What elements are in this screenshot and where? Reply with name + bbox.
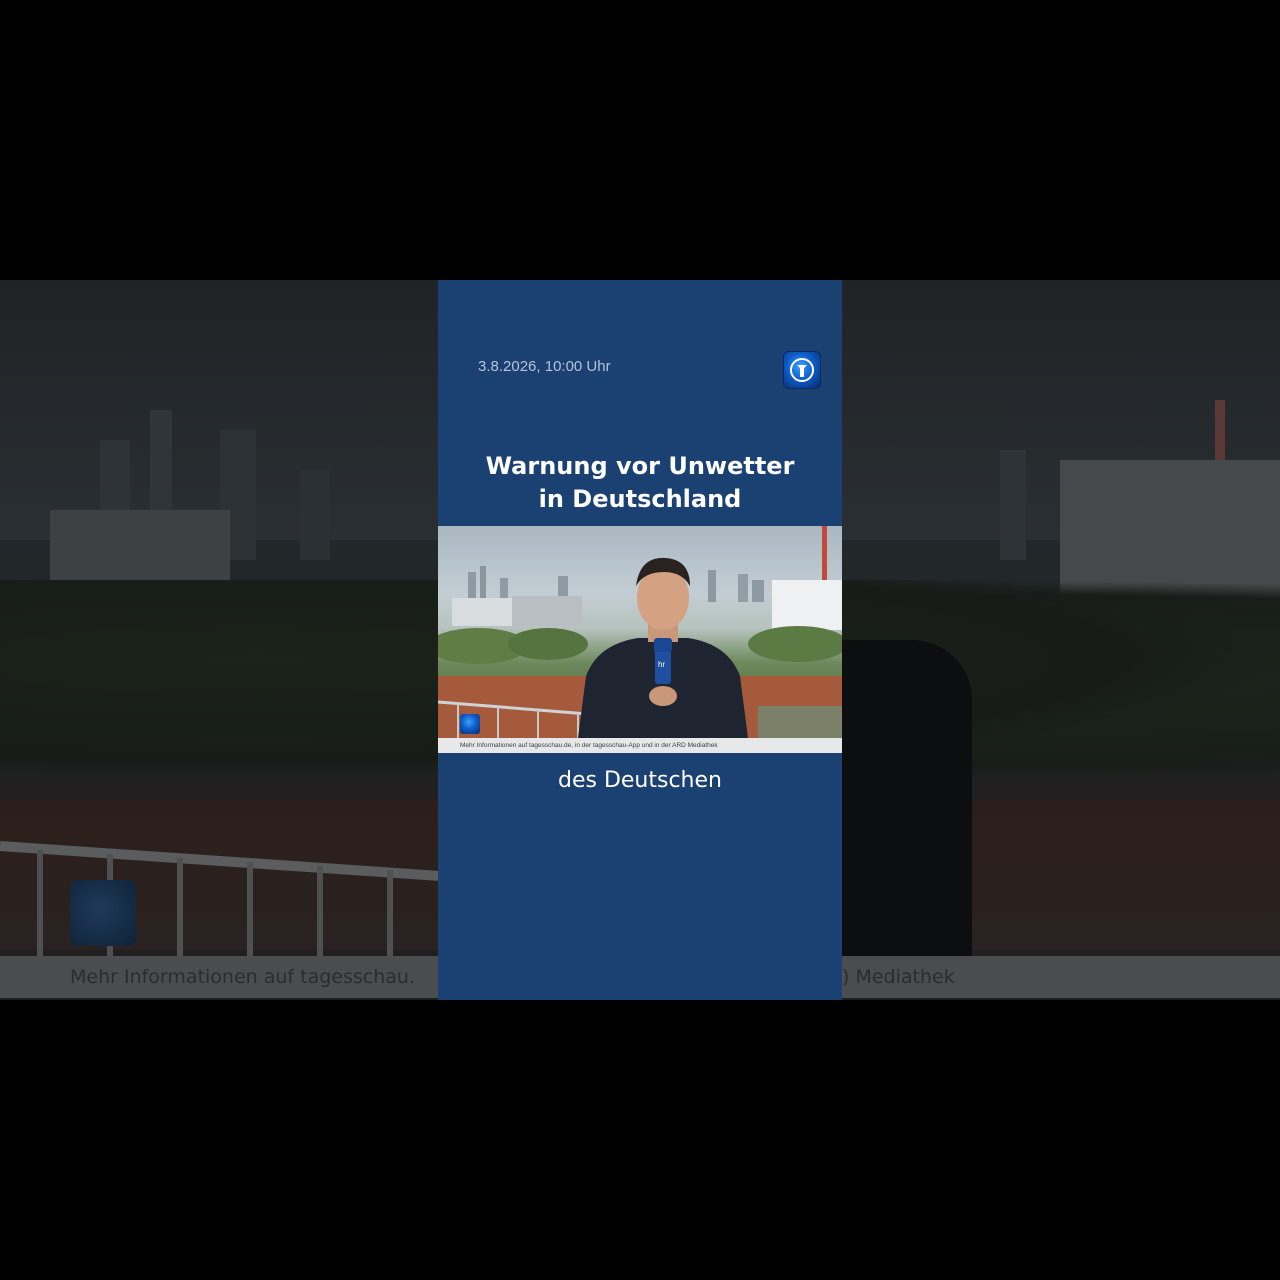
video-ticker-text: Mehr Informationen auf tagesschau.de, in… <box>460 742 718 749</box>
news-card: 3.8.2026, 10:00 Uhr Warnung vor Unwetter… <box>438 280 842 1000</box>
video-ticker: Mehr Informationen auf tagesschau.de, in… <box>438 738 842 753</box>
mic-label: hr <box>658 660 665 669</box>
video-tagesschau-logo-icon <box>460 714 480 734</box>
bg-tagesschau-logo-icon <box>70 880 136 946</box>
bg-reporter-shoulder <box>842 640 972 960</box>
video-frame: Mehr Informationen auf tagesschau. ) Med… <box>0 0 1280 1280</box>
bg-ticker-right-text: ) Mediathek <box>842 966 955 988</box>
reporter: hr <box>578 557 748 738</box>
tagesschau-logo-icon <box>784 352 820 388</box>
headline-line-1: Warnung vor Unwetter <box>485 452 795 480</box>
video-thumbnail: hr Mehr Informationen auf tagesschau.de,… <box>438 526 842 753</box>
subtitle-caption: des Deutschen <box>558 768 722 793</box>
bg-ticker-left-text: Mehr Informationen auf tagesschau. <box>70 966 415 988</box>
headline-line-2: in Deutschland <box>538 485 742 513</box>
bg-railing <box>0 841 440 960</box>
bg-building-right <box>1060 460 1280 600</box>
headline: Warnung vor Unwetter in Deutschland <box>438 450 842 516</box>
bg-building-left <box>50 510 230 590</box>
timestamp: 3.8.2026, 10:00 Uhr <box>478 358 611 375</box>
